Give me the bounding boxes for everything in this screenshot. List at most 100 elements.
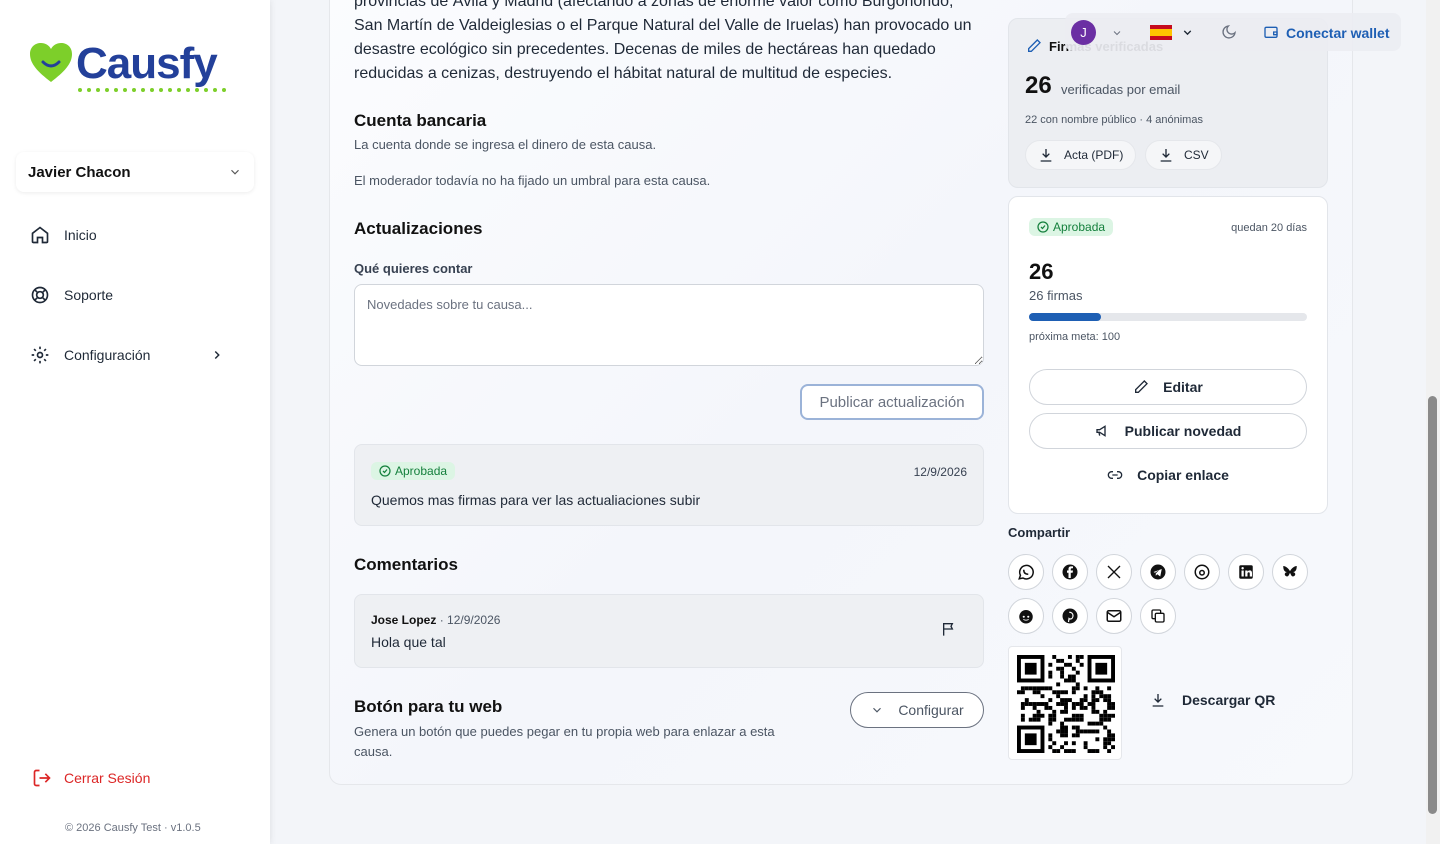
signatures-count: 26 [1025,72,1052,99]
copy-share-button[interactable] [1140,598,1176,634]
pencil-icon [1028,39,1041,52]
download-icon [1040,149,1052,162]
spain-flag-icon[interactable] [1150,25,1172,40]
pencil-icon [1135,380,1149,393]
x-icon [1107,565,1121,579]
sidebar-item-label: Configuración [64,347,151,363]
download-icon [1152,694,1164,707]
publish-news-button[interactable]: Publicar novedad [1029,413,1307,449]
bluesky-share-button[interactable] [1272,554,1308,590]
download-icon [1160,149,1172,162]
sidebar-item-label: Soporte [64,287,114,303]
cause-description: provincias de Ávila y Madrid (afectando … [354,0,972,82]
bluesky-icon [1283,566,1297,577]
chevron-down-icon[interactable] [1181,26,1194,39]
flag-icon[interactable] [941,621,957,637]
email-icon [1106,610,1122,622]
status-badge: Aprobada [1029,218,1114,236]
sidebar-item-label: Inicio [64,227,97,243]
edit-label: Editar [1163,379,1203,395]
moon-icon[interactable] [1221,24,1237,40]
publish-update-button[interactable]: Publicar actualización [800,384,984,420]
share-title: Compartir [1008,525,1071,540]
update-item: Aprobada 12/9/2026 Quemos mas firmas par… [354,444,984,526]
avatar-letter: J [1080,25,1087,40]
csv-label: CSV [1184,148,1209,162]
progress-bar [1029,313,1307,321]
configure-label: Configurar [898,702,964,718]
reddit-icon [1019,610,1033,624]
x-share-button[interactable] [1096,554,1132,590]
updates-title: Actualizaciones [354,219,483,238]
user-selector[interactable]: Javier Chacon [16,152,254,192]
home-icon [31,226,49,244]
logout-button[interactable]: Cerrar Sesión [32,768,150,788]
configure-button[interactable]: Configurar [850,692,984,728]
sidebar-item-configuracion[interactable]: Configuración [30,343,250,367]
comment-date: · 12/9/2026 [439,613,501,627]
status-count-label: 26 firmas [1029,288,1083,303]
update-textarea[interactable] [354,284,984,366]
status-badge-label: Aprobada [1053,220,1106,234]
bank-description: La cuenta donde se ingresa el dinero de … [354,137,657,152]
edit-button[interactable]: Editar [1029,369,1307,405]
email-share-button[interactable] [1096,598,1132,634]
comment-author: Jose Lopez [371,613,437,627]
status-badge: Aprobada [371,462,456,480]
pinterest-icon [1062,608,1078,624]
chevron-down-icon[interactable] [1111,27,1123,39]
logout-icon [33,769,51,787]
logout-label: Cerrar Sesión [64,770,151,786]
signatures-breakdown: 22 con nombre público · 4 anónimas [1025,114,1203,126]
signatures-count-label: verificadas por email [1061,82,1181,97]
linkedin-icon [1239,565,1253,579]
chevron-down-icon [873,707,882,713]
logo-dots [78,88,226,92]
download-qr-button[interactable]: Descargar QR [1150,692,1275,708]
whatsapp-share-button[interactable] [1008,554,1044,590]
reddit-share-button[interactable] [1008,598,1044,634]
copy-link-button[interactable]: Copiar enlace [1029,457,1307,493]
sidebar-item-inicio[interactable]: Inicio [30,223,250,247]
threads-share-button[interactable] [1184,554,1220,590]
link-icon [1107,471,1123,479]
heart-logo-icon [30,43,72,82]
copy-icon [1151,609,1165,623]
download-qr-label: Descargar QR [1182,692,1276,708]
comment-meta: Jose Lopez · 12/9/2026 [371,613,500,627]
avatar[interactable]: J [1071,20,1096,45]
telegram-share-button[interactable] [1140,554,1176,590]
user-name: Javier Chacon [28,163,131,181]
linkedin-share-button[interactable] [1228,554,1264,590]
copy-link-label: Copiar enlace [1137,467,1229,483]
connect-wallet-button[interactable]: Conectar wallet [1286,25,1389,41]
check-circle-icon [379,465,391,477]
sidebar-item-soporte[interactable]: Soporte [30,283,250,307]
pinterest-share-button[interactable] [1052,598,1088,634]
threads-icon [1194,564,1210,580]
logo-text: Causfy [76,39,218,88]
qr-code-image [1017,655,1115,753]
top-toolbar: J Conectar wallet [1065,13,1401,51]
update-field-label: Qué quieres contar [354,261,473,276]
acta-pdf-button[interactable]: Acta (PDF) [1025,140,1137,170]
csv-button[interactable]: CSV [1145,140,1222,170]
check-circle-icon [1037,221,1049,233]
chevron-right-icon [214,350,220,360]
facebook-share-button[interactable] [1052,554,1088,590]
chevron-down-icon [231,169,239,175]
scrollbar-thumb[interactable] [1428,396,1437,814]
copyright-text: © 2026 Causfy Test · v1.0.5 [65,822,201,834]
comment-text: Hola que tal [371,634,446,650]
whatsapp-icon [1018,564,1034,580]
status-badge-label: Aprobada [395,464,448,478]
progress-fill [1029,313,1102,321]
acta-pdf-label: Acta (PDF) [1064,148,1124,162]
wallet-icon [1264,26,1278,38]
comments-title: Comentarios [354,555,458,574]
publish-news-label: Publicar novedad [1124,423,1242,439]
web-button-title: Botón para tu web [354,697,503,716]
causfy-logo[interactable]: Causfy [28,39,226,92]
megaphone-icon [1095,425,1106,437]
update-date: 12/9/2026 [913,465,967,479]
